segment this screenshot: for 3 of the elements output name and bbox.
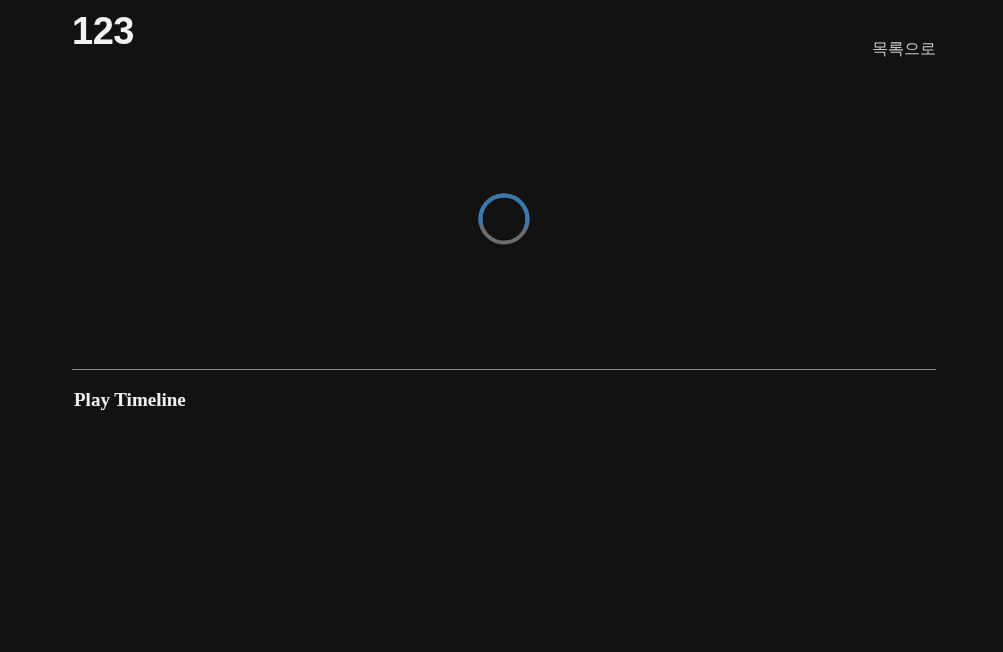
back-to-list-link[interactable]: 목록으로 — [872, 39, 936, 59]
section-title: Play Timeline — [74, 388, 186, 412]
page-title: 123 — [72, 9, 134, 54]
